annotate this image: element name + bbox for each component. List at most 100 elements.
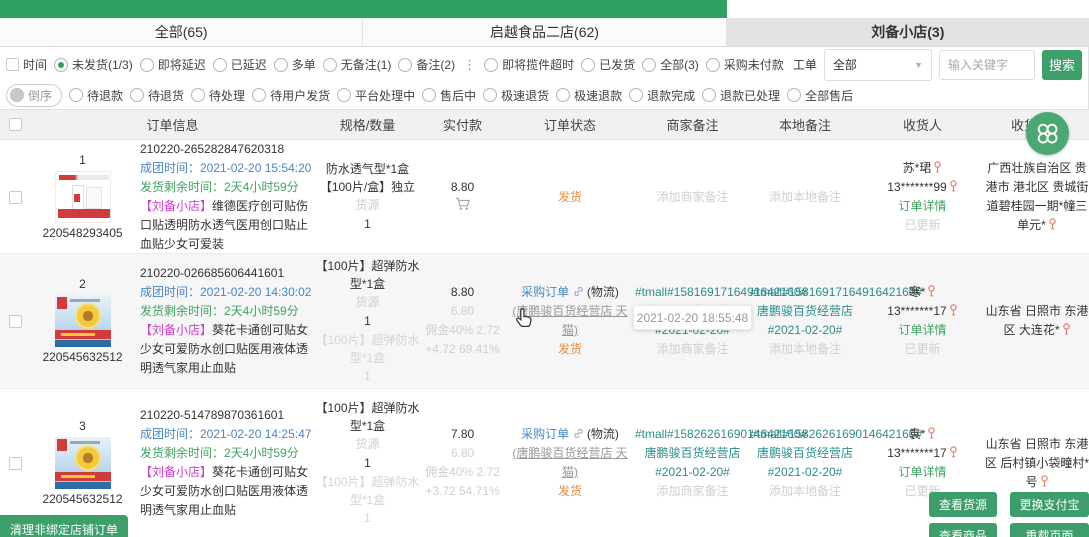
radio-icon[interactable] [252, 88, 266, 102]
product-title[interactable]: 【刘备小店】葵花卡通创可贴女少女可爱防水创口贴医用液体透明透气家用止血贴 [140, 321, 315, 378]
tab-all-shops[interactable]: 全部(65) [0, 18, 363, 46]
filter-pickup-timeout[interactable]: 即将揽件超时 [484, 56, 574, 73]
radio-icon[interactable] [422, 88, 436, 102]
shop-select[interactable]: 全部 ▼ [824, 49, 932, 81]
location-pin-icon[interactable] [949, 180, 958, 192]
order-detail-link[interactable]: 订单详情 [860, 463, 985, 482]
radio-icon[interactable] [213, 58, 227, 72]
row-index: 2 [79, 275, 86, 294]
radio-icon[interactable] [140, 58, 154, 72]
local-note-text[interactable]: #tmall#1581691716491642160#唐鹏骏百货经营店#2021… [750, 283, 860, 340]
more-options-icon[interactable]: ⋮ [462, 57, 477, 73]
radio-icon[interactable] [191, 88, 205, 102]
radio-icon[interactable] [274, 58, 288, 72]
location-pin-icon[interactable] [927, 427, 936, 439]
add-local-note[interactable]: 添加本地备注 [750, 340, 860, 359]
location-pin-icon[interactable] [927, 285, 936, 297]
filter-all-aftersale[interactable]: 全部售后 [787, 87, 853, 104]
location-pin-icon[interactable] [949, 304, 958, 316]
row-checkbox[interactable] [9, 191, 22, 204]
location-pin-icon[interactable] [933, 161, 942, 173]
logistics-label[interactable]: (物流) [587, 427, 619, 441]
filter-fast-return[interactable]: 极速退货 [483, 87, 549, 104]
radio-icon[interactable] [54, 58, 68, 72]
add-local-note[interactable]: 添加本地备注 [769, 190, 841, 204]
radio-icon[interactable] [10, 88, 24, 102]
radio-icon[interactable] [323, 58, 337, 72]
product-image[interactable] [55, 295, 111, 347]
filter-noted[interactable]: 备注(2) [398, 56, 455, 73]
radio-icon[interactable] [483, 88, 497, 102]
link-icon[interactable] [573, 286, 584, 297]
radio-icon[interactable] [702, 88, 716, 102]
tab-qiyue-shop2[interactable]: 启越食品二店(62) [363, 18, 726, 46]
location-pin-icon[interactable] [949, 446, 958, 458]
location-pin-icon[interactable] [1040, 475, 1049, 487]
clean-unbound-orders-button[interactable]: 清理非绑定店铺订单 [0, 515, 128, 537]
filter-refund-pending[interactable]: 待退款 [69, 87, 123, 104]
quick-menu-button[interactable] [1026, 112, 1069, 155]
search-button[interactable]: 搜索 [1042, 50, 1082, 80]
radio-icon[interactable] [130, 88, 144, 102]
location-pin-icon[interactable] [1062, 323, 1071, 335]
order-detail-link[interactable]: 订单详情 [860, 197, 985, 216]
supplier-shop-link[interactable]: (唐鹏骏百货经营店 天猫) [505, 444, 635, 482]
tab-liubei-shop[interactable]: 刘备小店(3) [727, 18, 1089, 46]
row-checkbox[interactable] [9, 315, 22, 328]
radio-icon[interactable] [484, 58, 498, 72]
reverse-order-toggle[interactable]: 倒序 [6, 84, 62, 107]
merchant-note-text[interactable]: #tmall#1582626169014642160#唐鹏骏百货经营店#2021… [635, 425, 750, 482]
view-source-button[interactable]: 查看货源 [929, 492, 997, 517]
filter-wait-user-ship[interactable]: 待用户发货 [252, 87, 330, 104]
filter-return-pending[interactable]: 待退货 [130, 87, 184, 104]
radio-icon[interactable] [629, 88, 643, 102]
filter-refund-handled[interactable]: 退款已处理 [702, 87, 780, 104]
row-checkbox[interactable] [9, 457, 22, 470]
radio-icon[interactable] [69, 88, 83, 102]
filter-platform-processing[interactable]: 平台处理中 [337, 87, 415, 104]
view-product-button[interactable]: 查看商品 [929, 523, 997, 537]
cart-icon[interactable] [420, 197, 505, 217]
reload-page-button[interactable]: 重载页面 [1010, 523, 1089, 537]
filter-shipped[interactable]: 已发货 [581, 56, 635, 73]
product-title[interactable]: 【刘备小店】葵花卡通创可贴女少女可爱防水创口贴医用液体透明透气家用止血贴 [140, 463, 315, 520]
add-merchant-note[interactable]: 添加商家备注 [656, 190, 728, 204]
radio-icon[interactable] [706, 58, 720, 72]
add-local-note[interactable]: 添加本地备注 [750, 482, 860, 501]
local-note-text[interactable]: #tmall#1582626169014642160#唐鹏骏百货经营店#2021… [750, 425, 860, 482]
filter-purchase-unpaid[interactable]: 采购未付款 [706, 56, 784, 73]
logistics-label[interactable]: (物流) [587, 285, 619, 299]
purchase-order-link[interactable]: 采购订单 [521, 285, 569, 299]
select-all-checkbox[interactable] [9, 118, 22, 131]
filter-no-note[interactable]: 无备注(1) [323, 56, 392, 73]
radio-icon[interactable] [556, 88, 570, 102]
checkbox-icon[interactable] [6, 58, 19, 71]
filter-not-shipped[interactable]: 未发货(1/3) [54, 56, 133, 73]
add-merchant-note[interactable]: 添加商家备注 [635, 340, 750, 359]
radio-icon[interactable] [581, 58, 595, 72]
radio-icon[interactable] [787, 88, 801, 102]
radio-icon[interactable] [398, 58, 412, 72]
add-merchant-note[interactable]: 添加商家备注 [635, 482, 750, 501]
filter-aftersale-in[interactable]: 售后中 [422, 87, 476, 104]
filter-fast-refund[interactable]: 极速退款 [556, 87, 622, 104]
supplier-shop-link[interactable]: (唐鹏骏百货经营店 天猫) [505, 302, 635, 340]
link-icon[interactable] [573, 428, 584, 439]
filter-to-handle[interactable]: 待处理 [191, 87, 245, 104]
filter-refund-done[interactable]: 退款完成 [629, 87, 695, 104]
filter-time-checkbox[interactable]: 时间 [6, 56, 47, 73]
filter-soon-delayed[interactable]: 即将延迟 [140, 56, 206, 73]
filter-delayed[interactable]: 已延迟 [213, 56, 267, 73]
keyword-input[interactable] [939, 50, 1035, 80]
purchase-order-link[interactable]: 采购订单 [521, 427, 569, 441]
order-detail-link[interactable]: 订单详情 [860, 321, 985, 340]
product-title[interactable]: 【刘备小店】维德医疗创可贴伤口贴透明防水透气医用创口贴止血贴少女可爱装 [140, 197, 315, 254]
filter-multi-order[interactable]: 多单 [274, 56, 316, 73]
filter-all-orders[interactable]: 全部(3) [642, 56, 699, 73]
change-alipay-button[interactable]: 更换支付宝 [1010, 492, 1089, 517]
product-image[interactable] [55, 171, 111, 223]
product-image[interactable] [55, 437, 111, 489]
radio-icon[interactable] [337, 88, 351, 102]
radio-icon[interactable] [642, 58, 656, 72]
location-pin-icon[interactable] [1048, 218, 1057, 230]
